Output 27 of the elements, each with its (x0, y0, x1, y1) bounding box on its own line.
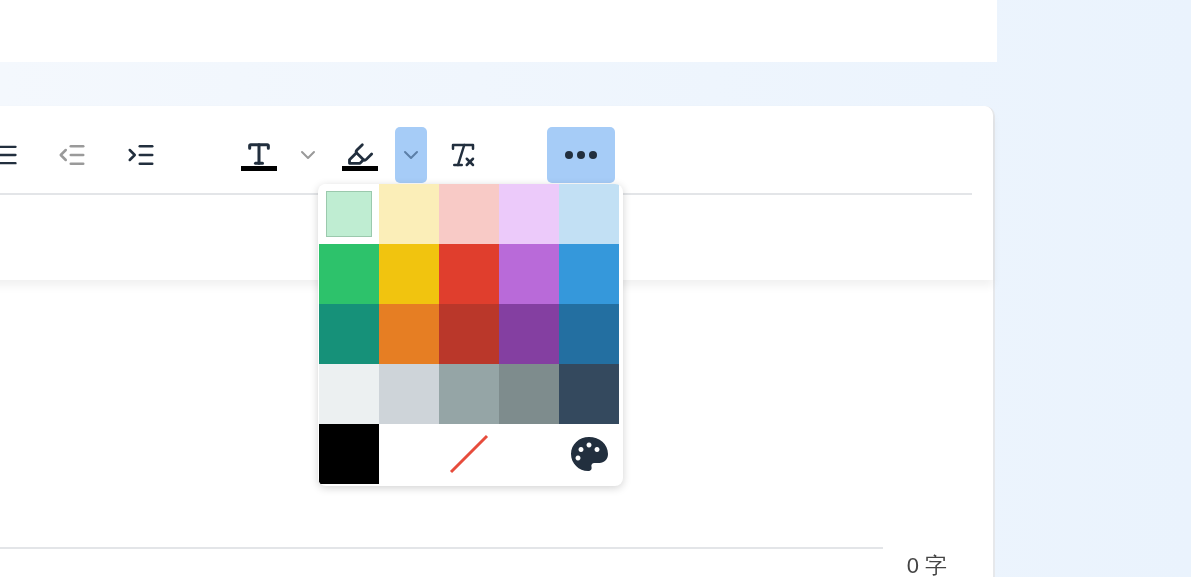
color-swatch[interactable] (439, 364, 499, 424)
color-swatch[interactable] (326, 191, 372, 237)
color-swatch[interactable] (499, 304, 559, 364)
word-count: 0 字 (906, 555, 947, 577)
color-swatch[interactable] (379, 184, 439, 244)
color-swatch[interactable] (319, 244, 379, 304)
color-swatch[interactable] (439, 184, 499, 244)
color-swatch[interactable] (319, 424, 379, 484)
color-swatch[interactable] (379, 304, 439, 364)
color-swatch[interactable] (499, 184, 559, 244)
color-swatch[interactable] (559, 364, 619, 424)
color-swatch[interactable] (559, 244, 619, 304)
color-swatch[interactable] (439, 304, 499, 364)
color-swatch[interactable] (499, 364, 559, 424)
color-swatch[interactable] (319, 364, 379, 424)
color-swatch[interactable] (379, 364, 439, 424)
dropdown-button[interactable] (395, 127, 427, 183)
color-swatch[interactable] (439, 244, 499, 304)
color-swatch[interactable] (559, 304, 619, 364)
palette-icon (570, 436, 608, 472)
color-swatch[interactable] (499, 244, 559, 304)
color-swatch[interactable] (319, 304, 379, 364)
more-button[interactable] (547, 127, 615, 183)
color-swatch[interactable] (559, 184, 619, 244)
color-swatch[interactable] (379, 244, 439, 304)
no-color-icon (449, 434, 489, 474)
more-icon (565, 151, 597, 159)
